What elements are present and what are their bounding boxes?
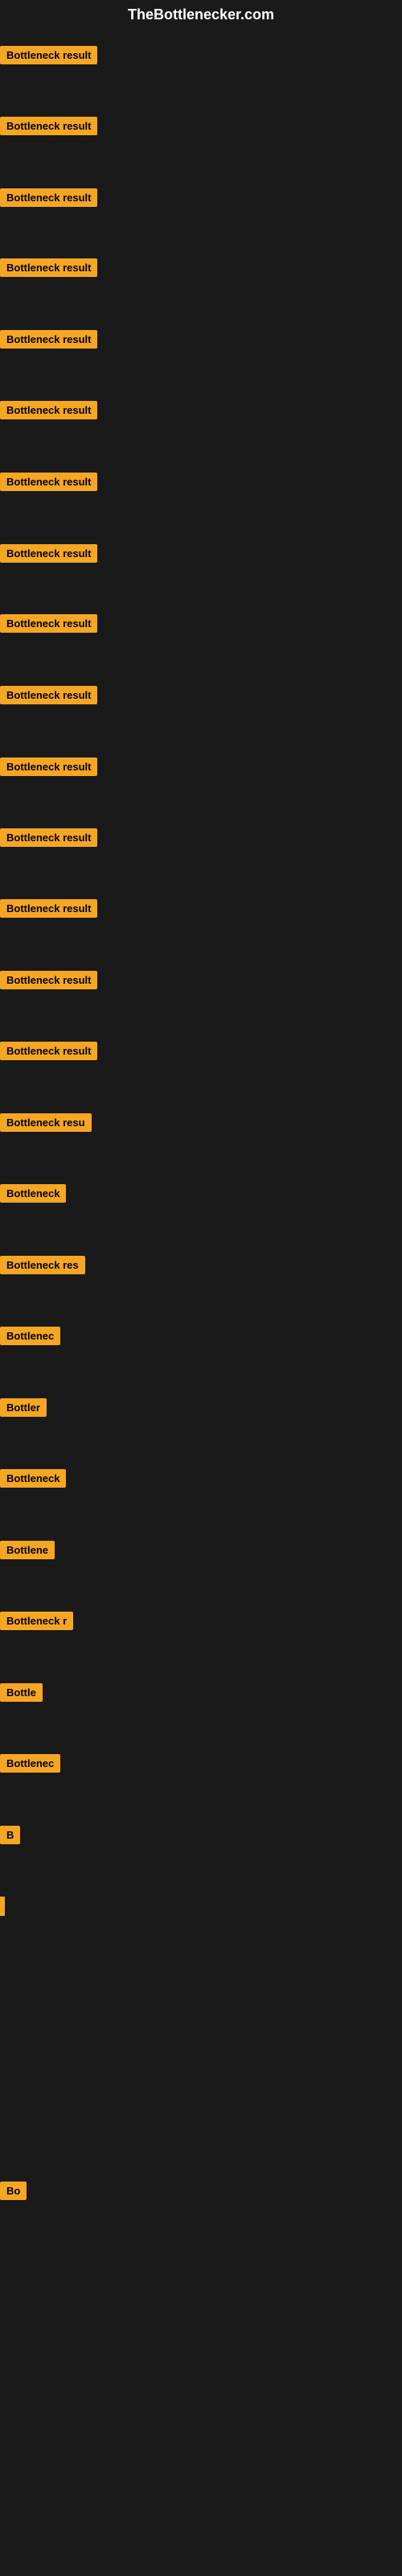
bottleneck-badge: Bottleneck result xyxy=(0,544,97,563)
bottleneck-item[interactable]: Bottleneck xyxy=(0,1184,66,1207)
bottleneck-item[interactable]: Bottleneck result xyxy=(0,544,97,567)
bottleneck-item[interactable]: Bottlenec xyxy=(0,1327,60,1349)
bottleneck-badge: Bottlenec xyxy=(0,1754,60,1773)
bottleneck-item[interactable]: Bottleneck result xyxy=(0,758,97,780)
bottleneck-badge: Bottleneck res xyxy=(0,1256,85,1274)
bottleneck-item[interactable]: Bottler xyxy=(0,1398,47,1421)
bottleneck-badge: Bottleneck xyxy=(0,1469,66,1488)
bottleneck-badge: Bottleneck result xyxy=(0,188,97,207)
bottleneck-item[interactable]: B xyxy=(0,1826,20,1848)
bottleneck-badge: Bottleneck result xyxy=(0,686,97,704)
bottleneck-badge: Bottler xyxy=(0,1398,47,1417)
bottleneck-badge: Bo xyxy=(0,2182,27,2200)
bottleneck-badge: Bottleneck result xyxy=(0,401,97,419)
bottleneck-item[interactable]: Bottleneck result xyxy=(0,971,97,993)
bottleneck-item xyxy=(0,1897,5,1916)
bottleneck-badge: Bottlene xyxy=(0,1541,55,1559)
bottleneck-item[interactable]: Bottleneck result xyxy=(0,401,97,423)
bottleneck-badge: Bottleneck result xyxy=(0,117,97,135)
bottleneck-item[interactable]: Bottleneck result xyxy=(0,686,97,708)
bottleneck-item[interactable]: Bo xyxy=(0,2182,27,2204)
bottleneck-badge: Bottleneck xyxy=(0,1184,66,1203)
bottleneck-badge: Bottleneck result xyxy=(0,258,97,277)
bottleneck-badge: Bottleneck result xyxy=(0,46,97,64)
bottleneck-item[interactable]: Bottleneck result xyxy=(0,117,97,139)
bottleneck-badge: Bottleneck result xyxy=(0,614,97,633)
bottleneck-badge: Bottleneck result xyxy=(0,971,97,989)
bottleneck-badge: Bottleneck result xyxy=(0,828,97,847)
bottleneck-item[interactable]: Bottleneck result xyxy=(0,899,97,922)
bottleneck-item[interactable]: Bottleneck r xyxy=(0,1612,73,1634)
bottleneck-item[interactable]: Bottleneck result xyxy=(0,330,97,353)
bottleneck-badge: Bottleneck result xyxy=(0,899,97,918)
bottleneck-item[interactable]: Bottleneck resu xyxy=(0,1113,92,1136)
site-title: TheBottlenecker.com xyxy=(0,0,402,31)
bottleneck-item[interactable]: Bottlene xyxy=(0,1541,55,1563)
bottleneck-badge: Bottleneck resu xyxy=(0,1113,92,1132)
bottleneck-item[interactable]: Bottleneck result xyxy=(0,258,97,281)
bottleneck-item[interactable]: Bottle xyxy=(0,1683,43,1706)
bottleneck-item[interactable]: Bottleneck result xyxy=(0,1042,97,1064)
bottleneck-badge: Bottle xyxy=(0,1683,43,1702)
bottleneck-badge: Bottleneck result xyxy=(0,473,97,491)
bottleneck-badge: Bottleneck r xyxy=(0,1612,73,1630)
bottleneck-item[interactable]: Bottleneck result xyxy=(0,188,97,211)
bottleneck-item[interactable]: Bottleneck result xyxy=(0,46,97,68)
bottleneck-badge: Bottleneck result xyxy=(0,1042,97,1060)
bottleneck-item[interactable]: Bottlenec xyxy=(0,1754,60,1777)
bottleneck-badge: Bottleneck result xyxy=(0,330,97,349)
bottleneck-item[interactable]: Bottleneck result xyxy=(0,473,97,495)
bottleneck-item[interactable]: Bottleneck result xyxy=(0,828,97,851)
bottleneck-item[interactable]: Bottleneck res xyxy=(0,1256,85,1278)
bottleneck-item[interactable]: Bottleneck result xyxy=(0,614,97,637)
bottleneck-badge: Bottlenec xyxy=(0,1327,60,1345)
bottleneck-item[interactable]: Bottleneck xyxy=(0,1469,66,1492)
bottleneck-badge: B xyxy=(0,1826,20,1844)
bottleneck-badge: Bottleneck result xyxy=(0,758,97,776)
